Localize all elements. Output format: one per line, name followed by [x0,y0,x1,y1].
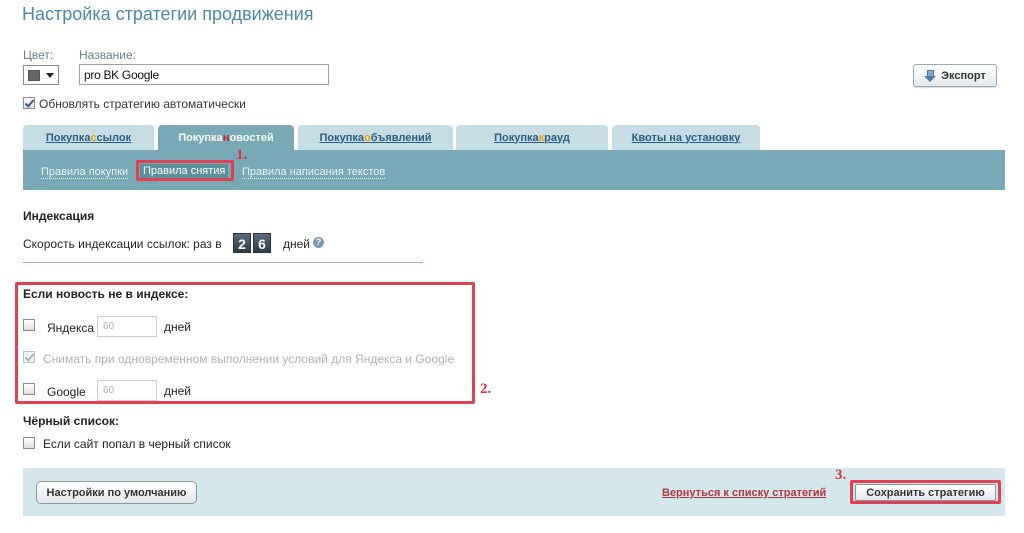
not-indexed-heading: Если новость не в индексе: [23,287,189,301]
color-label: Цвет: [23,48,54,62]
google-days-input[interactable] [97,380,157,401]
auto-update-checkbox[interactable] [23,97,35,109]
subtab-text-rules[interactable]: Правила написания текстов [242,166,386,179]
indexing-digit-1[interactable]: 2 [233,233,251,253]
yandex-label: Яндекса [47,321,95,335]
google-label: Google [47,385,86,399]
save-strategy-button[interactable]: Сохранить стратегию [855,484,996,501]
tab-buy-crowd[interactable]: Покупка к рауд [456,125,608,150]
tab-label: сылок [96,131,132,144]
export-button-label: Экспорт [941,69,986,82]
blacklist-heading: Чёрный список: [23,414,119,428]
tab-label: овостей [229,132,274,144]
yandex-days-input[interactable] [97,316,157,337]
indexing-speed-label: Скорость индексации ссылок: раз в [23,237,222,251]
tab-label: Покупка [319,131,364,144]
annotation-box-1 [136,160,234,181]
name-input[interactable] [79,64,329,85]
tab-label: Квоты на установку [631,131,741,144]
yandex-checkbox[interactable] [23,319,35,331]
subtab-buy-rules[interactable]: Правила покупки [41,166,129,179]
indexing-days-label: дней [283,237,311,251]
indexing-digit-2[interactable]: 6 [253,233,271,253]
yandex-days-unit: дней [164,320,192,334]
divider [23,262,423,263]
tab-label: Покупка [178,132,223,144]
page-title: Настройка стратегии продвижения [22,4,314,24]
both-conditions-label: Снимать при одновременном выполнении усл… [43,352,455,366]
help-icon[interactable]: ? [313,237,324,248]
indexing-heading: Индексация [23,209,95,223]
tab-install-quotas[interactable]: Квоты на установку [612,125,760,150]
tab-buy-ads[interactable]: Покупка о бъявлений [298,125,453,150]
google-checkbox[interactable] [23,383,35,395]
color-picker[interactable] [23,65,59,85]
tab-label: рауд [544,131,570,144]
chevron-down-icon [46,73,54,78]
blacklist-label: Если сайт попал в черный список [43,437,231,451]
back-to-strategies-link[interactable]: Вернуться к списку стратегий [662,487,826,499]
annotation-label-2: 2. [480,381,492,397]
name-label: Название: [79,48,136,62]
auto-update-label: Обновлять стратегию автоматически [39,97,246,111]
tab-hotkey: н [222,132,230,144]
download-icon [924,69,937,82]
export-button[interactable]: Экспорт [913,64,997,87]
both-conditions-checkbox[interactable] [23,351,35,363]
tab-buy-links[interactable]: Покупка с сылок [23,125,154,150]
defaults-button[interactable]: Настройки по умолчанию [36,481,197,504]
tab-hotkey: о [363,131,371,144]
annotation-label-1: 1. [236,147,248,163]
tab-label: Покупка [494,131,539,144]
annotation-label-3: 3. [835,467,847,483]
tab-buy-news[interactable]: Покупка н овостей [158,125,294,151]
color-swatch [28,70,40,81]
blacklist-checkbox[interactable] [23,437,35,449]
tab-label: бъявлений [370,131,432,144]
tab-label: Покупка [45,131,91,144]
google-days-unit: дней [164,384,192,398]
